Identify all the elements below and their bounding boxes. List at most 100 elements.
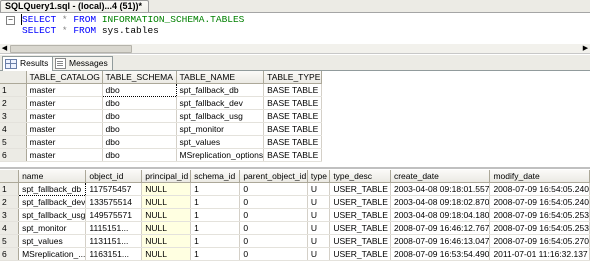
code-line-2[interactable]: SELECT * FROM sys.tables bbox=[22, 25, 159, 36]
cell[interactable]: U bbox=[307, 221, 331, 235]
cell[interactable]: U bbox=[307, 195, 331, 209]
row-number[interactable]: 3 bbox=[0, 208, 20, 222]
cell[interactable]: BASE TABLE bbox=[263, 148, 323, 162]
cell[interactable]: 133575514 bbox=[85, 195, 143, 209]
column-header[interactable]: principal_id bbox=[141, 170, 192, 183]
table-row[interactable]: 2 spt_fallback_dev 133575514 NULL 1 0 U … bbox=[0, 195, 590, 209]
row-number[interactable]: 5 bbox=[0, 135, 27, 149]
cell[interactable]: BASE TABLE bbox=[263, 109, 323, 123]
column-header[interactable]: modify_date bbox=[489, 170, 590, 183]
column-header[interactable]: TABLE_SCHEMA bbox=[102, 71, 177, 84]
cell[interactable]: 2008-07-09 16:54:05.253 bbox=[489, 221, 590, 235]
tab-results[interactable]: Results bbox=[2, 56, 54, 71]
row-number[interactable]: 6 bbox=[0, 247, 20, 261]
cell[interactable]: 1 bbox=[190, 208, 241, 222]
cell[interactable]: 2003-04-08 09:18:01.557 bbox=[390, 182, 491, 196]
column-header[interactable]: TABLE_CATALOG bbox=[26, 71, 103, 84]
cell[interactable]: master bbox=[26, 135, 103, 149]
table-row[interactable]: 5 master dbo spt_values BASE TABLE bbox=[0, 135, 323, 149]
scroll-left-icon[interactable]: ◀ bbox=[0, 44, 9, 53]
cell[interactable]: MSreplication_... bbox=[18, 247, 87, 261]
cell[interactable]: 2008-07-09 16:54:05.253 bbox=[489, 208, 590, 222]
sql-editor[interactable]: − SELECT * FROM INFORMATION_SCHEMA.TABLE… bbox=[0, 12, 590, 46]
selected-cell[interactable]: spt_fallback_db bbox=[18, 182, 87, 196]
cell[interactable]: U bbox=[307, 182, 331, 196]
cell[interactable]: 0 bbox=[239, 195, 308, 209]
cell[interactable]: BASE TABLE bbox=[263, 83, 323, 97]
column-header[interactable]: schema_id bbox=[190, 170, 241, 183]
result-grid-1[interactable]: TABLE_CATALOG TABLE_SCHEMA TABLE_NAME TA… bbox=[0, 71, 323, 162]
column-header[interactable]: TABLE_NAME bbox=[176, 71, 265, 84]
cell[interactable]: 2008-07-09 16:46:12.767 bbox=[390, 221, 491, 235]
column-header[interactable]: create_date bbox=[390, 170, 491, 183]
cell[interactable]: dbo bbox=[102, 135, 177, 149]
table-row[interactable]: 1 master dbo spt_fallback_db BASE TABLE bbox=[0, 83, 323, 97]
column-header[interactable]: parent_object_id bbox=[239, 170, 308, 183]
table-row[interactable]: 2 master dbo spt_fallback_dev BASE TABLE bbox=[0, 96, 323, 110]
cell[interactable]: 2008-07-09 16:54:05.270 bbox=[489, 234, 590, 248]
selected-cell[interactable]: dbo bbox=[101, 83, 177, 97]
cell[interactable]: 1115151... bbox=[85, 221, 143, 235]
cell[interactable]: 149575571 bbox=[85, 208, 143, 222]
cell[interactable]: 2008-07-09 16:53:54.490 bbox=[390, 247, 491, 261]
cell[interactable]: USER_TABLE bbox=[329, 221, 391, 235]
cell[interactable]: BASE TABLE bbox=[263, 96, 323, 110]
cell[interactable]: spt_values bbox=[18, 234, 87, 248]
column-header[interactable]: TABLE_TYPE bbox=[263, 71, 323, 84]
table-row[interactable]: 4 spt_monitor 1115151... NULL 1 0 U USER… bbox=[0, 221, 590, 235]
row-number[interactable]: 5 bbox=[0, 234, 20, 248]
cell[interactable]: U bbox=[307, 247, 331, 261]
row-number[interactable]: 4 bbox=[0, 122, 27, 136]
scroll-thumb[interactable] bbox=[10, 45, 132, 53]
table-row[interactable]: 6 MSreplication_... 1163151... NULL 1 0 … bbox=[0, 247, 590, 261]
table-row[interactable]: 1 spt_fallback_db 117575457 NULL 1 0 U U… bbox=[0, 182, 590, 196]
table-row[interactable]: 3 spt_fallback_usg 149575571 NULL 1 0 U … bbox=[0, 208, 590, 222]
row-number[interactable]: 3 bbox=[0, 109, 27, 123]
cell[interactable]: spt_fallback_dev bbox=[18, 195, 87, 209]
cell[interactable]: master bbox=[26, 122, 103, 136]
row-number[interactable]: 1 bbox=[0, 182, 20, 196]
grid-corner[interactable] bbox=[0, 71, 27, 84]
cell[interactable]: U bbox=[307, 208, 331, 222]
column-header[interactable]: type_desc bbox=[329, 170, 391, 183]
cell[interactable]: 1 bbox=[190, 247, 241, 261]
table-row[interactable]: 4 master dbo spt_monitor BASE TABLE bbox=[0, 122, 323, 136]
cell[interactable]: BASE TABLE bbox=[263, 135, 323, 149]
tab-messages[interactable]: Messages bbox=[52, 56, 113, 70]
cell[interactable]: U bbox=[307, 234, 331, 248]
cell[interactable]: 1 bbox=[190, 182, 241, 196]
null-cell[interactable]: NULL bbox=[141, 195, 192, 209]
collapse-icon[interactable]: − bbox=[6, 16, 15, 25]
cell[interactable]: 2008-07-09 16:54:05.240 bbox=[489, 195, 590, 209]
cell[interactable]: spt_monitor bbox=[18, 221, 87, 235]
null-cell[interactable]: NULL bbox=[141, 182, 192, 196]
cell[interactable]: BASE TABLE bbox=[263, 122, 323, 136]
cell[interactable]: 2011-07-01 11:16:32.137 bbox=[489, 247, 590, 261]
cell[interactable]: 2008-07-09 16:46:13.047 bbox=[390, 234, 491, 248]
cell[interactable]: spt_fallback_dev bbox=[176, 96, 265, 110]
cell[interactable]: master bbox=[26, 148, 103, 162]
row-number[interactable]: 6 bbox=[0, 148, 27, 162]
scroll-right-icon[interactable]: ▶ bbox=[581, 44, 590, 53]
cell[interactable]: USER_TABLE bbox=[329, 195, 391, 209]
cell[interactable]: USER_TABLE bbox=[329, 234, 391, 248]
table-row[interactable]: 3 master dbo spt_fallback_usg BASE TABLE bbox=[0, 109, 323, 123]
table-row[interactable]: 6 master dbo MSreplication_options BASE … bbox=[0, 148, 323, 162]
cell[interactable]: spt_values bbox=[176, 135, 265, 149]
null-cell[interactable]: NULL bbox=[141, 221, 192, 235]
cell[interactable]: dbo bbox=[102, 109, 177, 123]
cell[interactable]: master bbox=[26, 109, 103, 123]
cell[interactable]: MSreplication_options bbox=[176, 148, 265, 162]
cell[interactable]: 1 bbox=[190, 221, 241, 235]
cell[interactable]: master bbox=[26, 83, 103, 97]
row-number[interactable]: 4 bbox=[0, 221, 20, 235]
table-row[interactable]: 5 spt_values 1131151... NULL 1 0 U USER_… bbox=[0, 234, 590, 248]
column-header[interactable]: type bbox=[307, 170, 331, 183]
cell[interactable]: 0 bbox=[239, 208, 308, 222]
row-number[interactable]: 2 bbox=[0, 96, 27, 110]
cell[interactable]: 2003-04-08 09:18:04.180 bbox=[390, 208, 491, 222]
cell[interactable]: spt_fallback_usg bbox=[176, 109, 265, 123]
cell[interactable]: 0 bbox=[239, 234, 308, 248]
cell[interactable]: 0 bbox=[239, 221, 308, 235]
row-number[interactable]: 1 bbox=[0, 83, 27, 97]
